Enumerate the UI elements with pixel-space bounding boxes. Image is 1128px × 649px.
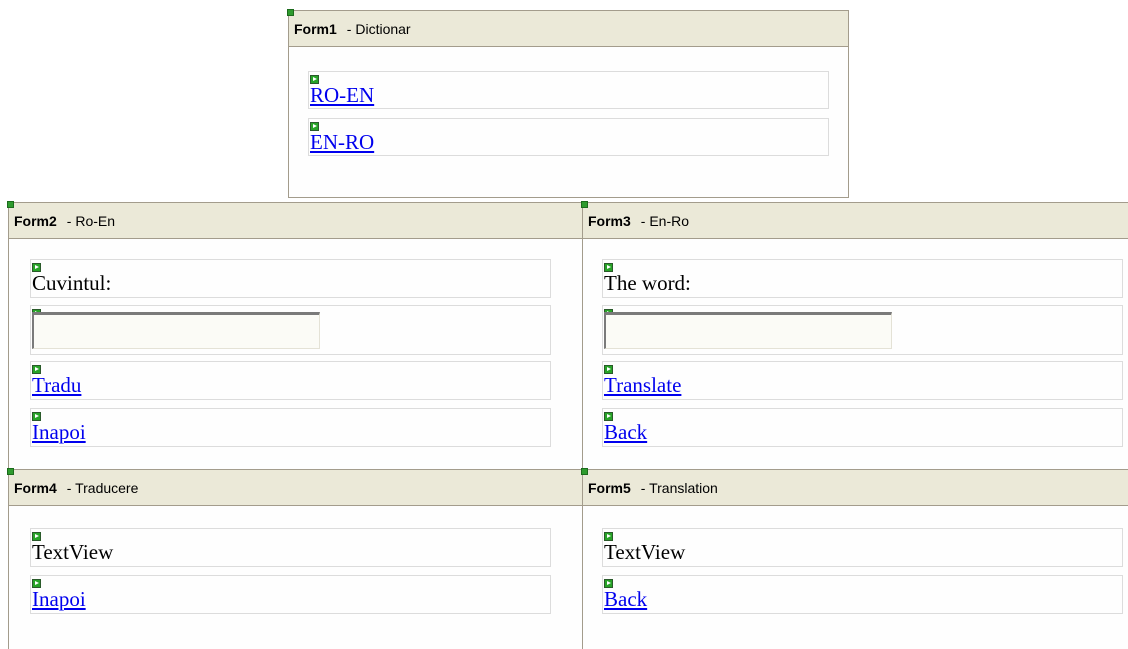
row-ro-en-link: RO-EN [308,71,829,109]
form4: Form4 - Traducere TextView Inapoi [7,468,583,649]
form5: Form5 - Translation TextView Back [581,468,1128,649]
form-corner-marker-icon [581,201,588,208]
form-subtitle: - Dictionar [346,20,411,37]
en-ro-link[interactable]: EN-RO [310,130,374,154]
form1-header: Form1 - Dictionar [289,11,848,47]
form-name: Form4 [14,479,57,496]
row-word-label: Cuvintul: [30,259,551,298]
form4-header: Form4 - Traducere [9,470,582,506]
ro-en-link[interactable]: RO-EN [310,83,374,107]
form-name: Form1 [294,20,337,37]
row-back-link: Inapoi [30,575,551,614]
form-subtitle: - En-Ro [640,212,690,229]
form-corner-marker-icon [7,201,14,208]
form2-header: Form2 - Ro-En [9,203,582,239]
form-subtitle: - Translation [640,479,718,496]
row-en-ro-link: EN-RO [308,118,829,156]
form-subtitle: - Traducere [66,479,139,496]
form3: Form3 - En-Ro The word: Translate Back [581,201,1128,470]
row-word-input [30,305,551,355]
row-translate-link: Tradu [30,361,551,400]
row-back-link: Inapoi [30,408,551,447]
back-link[interactable]: Inapoi [32,420,86,444]
row-text-view: TextView [602,528,1123,567]
back-link[interactable]: Back [604,587,647,611]
text-view: TextView [32,540,114,564]
form5-header: Form5 - Translation [583,470,1128,506]
back-link[interactable]: Inapoi [32,587,86,611]
row-word-label: The word: [602,259,1123,298]
row-back-link: Back [602,575,1123,614]
row-back-link: Back [602,408,1123,447]
word-input[interactable] [604,312,892,349]
form-corner-marker-icon [581,468,588,475]
row-word-input [602,305,1123,355]
word-label: The word: [604,271,691,295]
back-link[interactable]: Back [604,420,647,444]
word-label: Cuvintul: [32,271,112,295]
form3-header: Form3 - En-Ro [583,203,1128,239]
form-subtitle: - Ro-En [66,212,116,229]
text-view: TextView [604,540,686,564]
word-input[interactable] [32,312,320,349]
form-corner-marker-icon [287,9,294,16]
row-text-view: TextView [30,528,551,567]
form-corner-marker-icon [7,468,14,475]
form-name: Form2 [14,212,57,229]
translate-link[interactable]: Translate [604,373,681,397]
row-translate-link: Translate [602,361,1123,400]
translate-link[interactable]: Tradu [32,373,81,397]
form-name: Form5 [588,479,631,496]
form-name: Form3 [588,212,631,229]
form2: Form2 - Ro-En Cuvintul: Tradu Inapoi [7,201,583,470]
form1: Form1 - Dictionar RO-EN EN-RO [287,9,849,198]
